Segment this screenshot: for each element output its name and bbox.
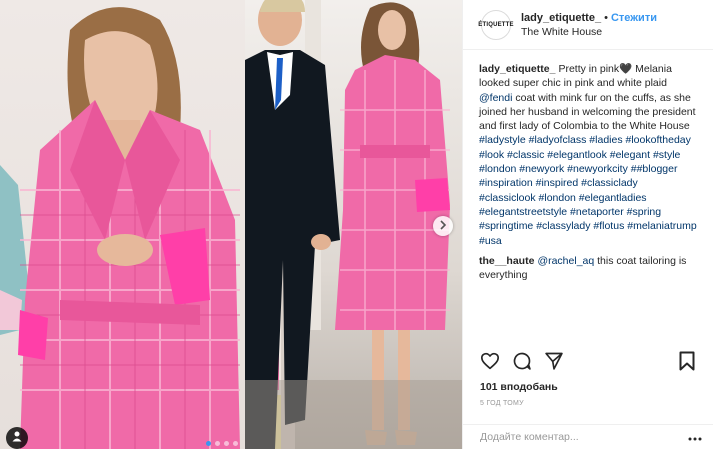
photo-melania-closeup [0,0,245,449]
save-button[interactable] [676,351,698,376]
avatar[interactable]: ÉTIQUETTE [478,9,514,40]
photo-couple [245,0,462,449]
carousel-dot [233,441,238,446]
like-button[interactable] [479,352,501,374]
location-link[interactable]: The White House [521,25,657,39]
bookmark-icon [679,351,695,376]
comment-input[interactable] [480,431,686,443]
post-timestamp[interactable]: 5 ГОД ТОМУ [480,400,524,407]
likes-count[interactable]: 101 вподобань [480,381,558,393]
caption-text-2: coat with mink fur on the cuffs, as she … [479,91,696,133]
share-icon [544,351,564,376]
comment-icon [512,351,532,376]
caption-username[interactable]: lady_etiquette_ [479,63,555,75]
post-side-panel: ÉTIQUETTE lady_etiquette_ • Стежити The Wh… [462,0,713,449]
carousel-dot [206,441,211,446]
header-text: lady_etiquette_ • Стежити The White House [521,10,657,39]
list-item: the__haute @rachel_aq this coat tailoring… [479,254,697,283]
header-separator: • [604,12,608,24]
add-comment-bar [463,424,713,449]
carousel-dot [224,441,229,446]
post-media[interactable] [0,0,462,449]
follow-button[interactable]: Стежити [611,12,657,24]
carousel-dot [215,441,220,446]
more-options-button[interactable] [686,428,704,446]
user-tags-button[interactable] [6,427,28,449]
comments-list[interactable]: lady_etiquette_ Pretty in pink🖤 Melania l… [463,50,713,335]
comment-button[interactable] [511,352,533,374]
carousel-dots [206,441,238,446]
heart-icon [480,352,500,375]
caption-mention[interactable]: @fendi [479,92,512,104]
more-icon [688,428,702,446]
caption: lady_etiquette_ Pretty in pink🖤 Melania l… [479,62,697,248]
post-header: ÉTIQUETTE lady_etiquette_ • Стежити The Wh… [463,0,713,50]
next-media-button[interactable] [433,216,453,236]
header-username[interactable]: lady_etiquette_ [521,12,601,24]
chevron-right-icon [439,217,447,235]
comment-mention[interactable]: @rachel_aq [537,255,594,267]
comment-username[interactable]: the__haute [479,255,534,267]
caption-hashtags[interactable]: #ladystyle #ladyofclass #ladies #lookoft… [479,134,697,246]
user-icon [11,429,23,447]
action-bar [463,348,713,378]
share-button[interactable] [543,352,565,374]
avatar-text: ÉTIQUETTE [478,21,514,28]
